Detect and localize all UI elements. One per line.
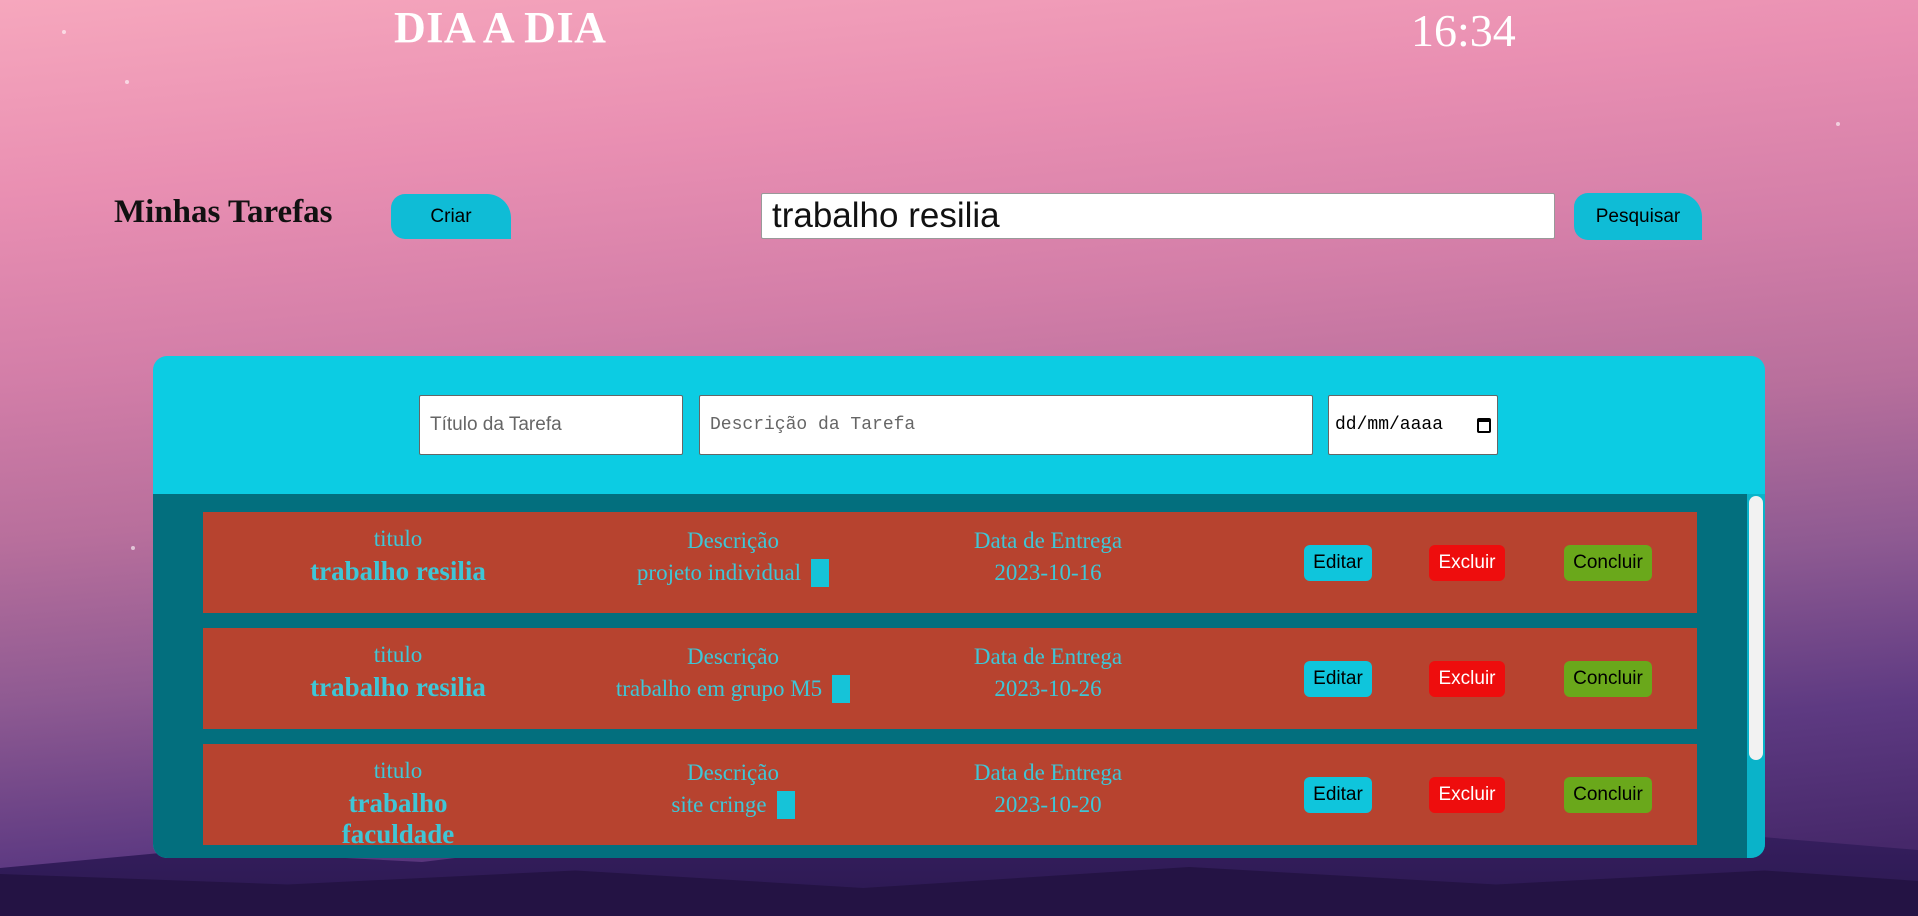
search-input[interactable] (761, 193, 1555, 239)
task-description-input[interactable]: Descrição da Tarefa (699, 395, 1313, 455)
task-title-column: titulo trabalho resilia (308, 526, 488, 587)
background-star (125, 80, 129, 84)
task-title: trabalho resilia (310, 556, 486, 586)
create-button[interactable]: Criar (391, 194, 511, 239)
edit-button[interactable]: Editar (1304, 777, 1372, 813)
color-swatch (832, 674, 851, 703)
task-date-column: Data de Entrega 2023-10-20 (923, 760, 1173, 818)
color-swatch (811, 558, 830, 587)
new-task-form: Título da Tarefa Descrição da Tarefa dd/… (153, 395, 1765, 457)
task-date-column: Data de Entrega 2023-10-16 (923, 528, 1173, 586)
task-title: trabalho faculdade (341, 788, 455, 849)
task-date-input[interactable]: dd/mm/aaaa (1328, 395, 1498, 455)
scrollbar[interactable] (1747, 494, 1765, 858)
color-swatch (776, 790, 795, 819)
date-label: Data de Entrega (973, 644, 1123, 669)
date-placeholder: dd/mm/aaaa (1335, 415, 1444, 435)
description-label: Descrição (687, 760, 779, 785)
delete-button[interactable]: Excluir (1429, 661, 1505, 697)
date-label: Data de Entrega (973, 528, 1123, 553)
title-label: titulo (373, 758, 423, 783)
calendar-icon[interactable] (1477, 417, 1491, 433)
task-title: trabalho resilia (310, 672, 486, 702)
section-title: Minhas Tarefas (114, 194, 333, 230)
task-due-date: 2023-10-16 (994, 560, 1102, 585)
delete-button[interactable]: Excluir (1429, 777, 1505, 813)
background-star (131, 546, 135, 550)
scrollbar-thumb[interactable] (1749, 496, 1763, 760)
app-title: DIA A DIA (394, 3, 607, 52)
task-list: titulo trabalho resilia Descrição projet… (153, 494, 1765, 858)
task-row: titulo trabalho resilia Descrição trabal… (203, 628, 1697, 729)
task-description-column: Descrição site cringe (583, 760, 883, 821)
task-description: projeto individual (636, 560, 802, 585)
date-label: Data de Entrega (973, 760, 1123, 785)
task-title-input[interactable]: Título da Tarefa (419, 395, 683, 455)
edit-button[interactable]: Editar (1304, 661, 1372, 697)
title-label: titulo (373, 526, 423, 551)
task-date-column: Data de Entrega 2023-10-26 (923, 644, 1173, 702)
task-description-column: Descrição trabalho em grupo M5 (583, 644, 883, 705)
background-star (62, 30, 66, 34)
task-row: titulo trabalho faculdade Descrição site… (203, 744, 1697, 849)
task-row: titulo trabalho resilia Descrição projet… (203, 512, 1697, 613)
search-button[interactable]: Pesquisar (1574, 193, 1702, 240)
complete-button[interactable]: Concluir (1564, 545, 1652, 581)
edit-button[interactable]: Editar (1304, 545, 1372, 581)
task-description: site cringe (671, 792, 767, 817)
task-due-date: 2023-10-20 (994, 792, 1102, 817)
delete-button[interactable]: Excluir (1429, 545, 1505, 581)
task-title-column: titulo trabalho resilia (308, 642, 488, 703)
task-description: trabalho em grupo M5 (615, 676, 823, 701)
title-label: titulo (373, 642, 423, 667)
description-label: Descrição (687, 528, 779, 553)
background-star (1836, 122, 1840, 126)
complete-button[interactable]: Concluir (1564, 661, 1652, 697)
task-title-column: titulo trabalho faculdade (308, 758, 488, 850)
tasks-panel: Título da Tarefa Descrição da Tarefa dd/… (153, 356, 1765, 858)
task-description-column: Descrição projeto individual (583, 528, 883, 589)
clock: 16:34 (1411, 5, 1516, 56)
task-due-date: 2023-10-26 (994, 676, 1102, 701)
complete-button[interactable]: Concluir (1564, 777, 1652, 813)
description-label: Descrição (687, 644, 779, 669)
